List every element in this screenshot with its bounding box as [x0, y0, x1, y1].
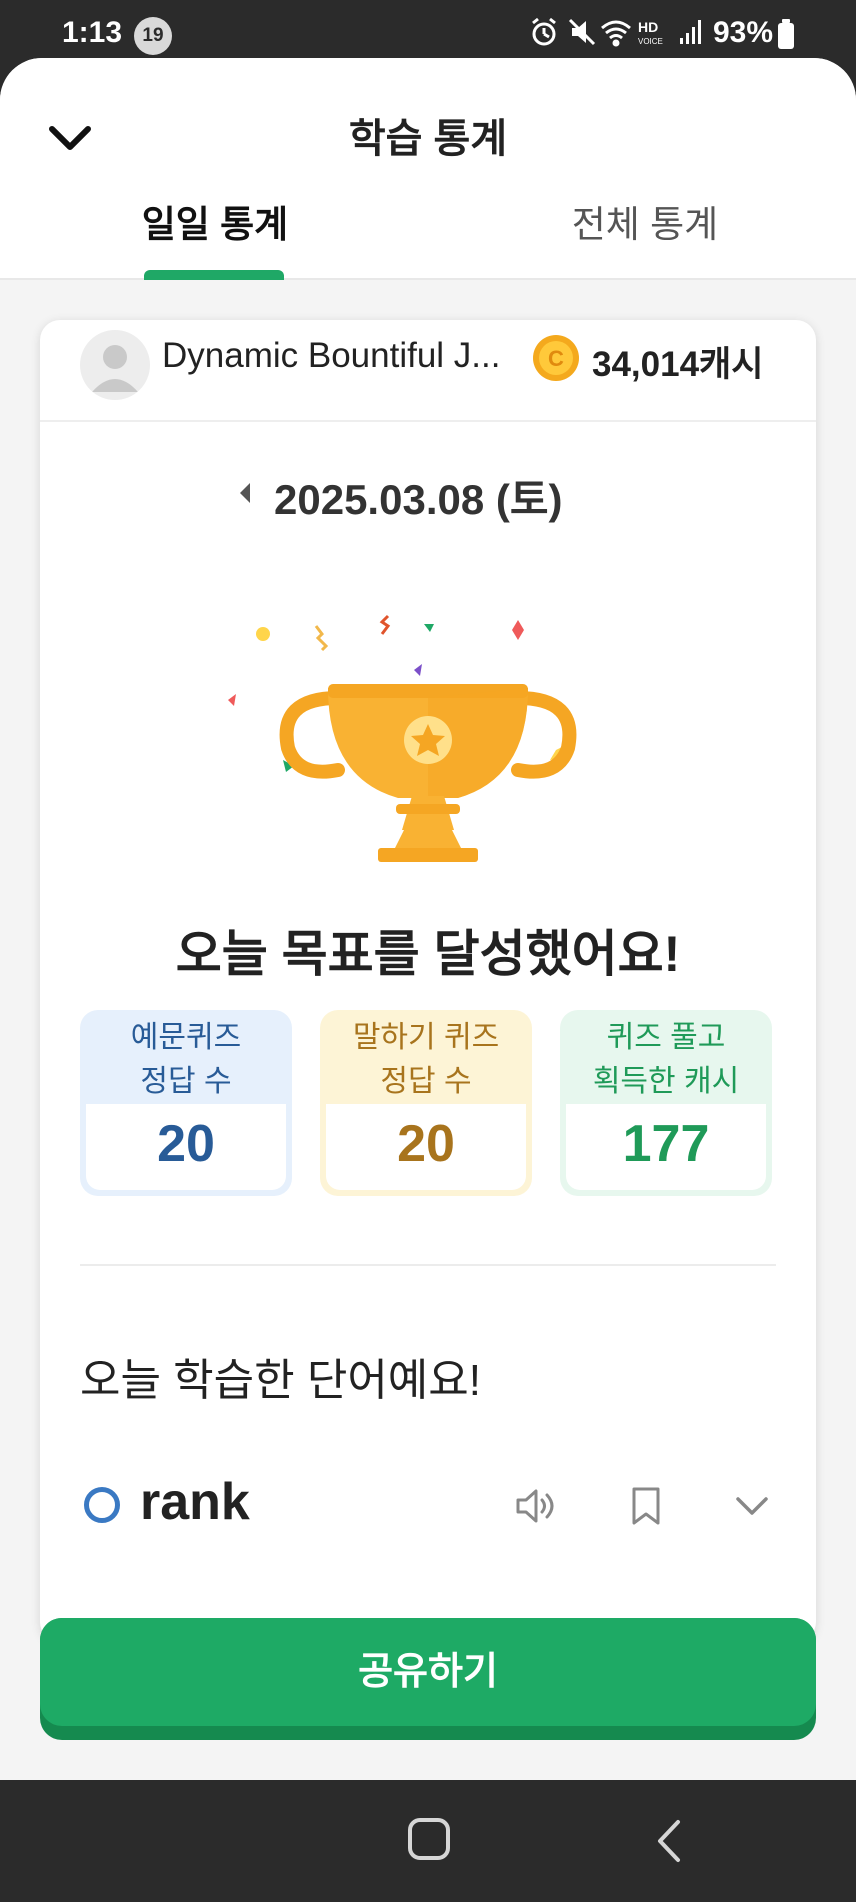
selected-date: 2025.03.08 (토) [274, 476, 563, 523]
trophy-icon [228, 614, 577, 862]
word-status-circle-icon [84, 1487, 120, 1523]
hd-voice-icon: HD [638, 19, 658, 35]
word-list-item[interactable]: rank [40, 1468, 816, 1548]
alarm-icon [532, 17, 556, 46]
profile-row: Dynamic Bountiful J... C 34,014캐시 [40, 320, 816, 422]
avatar [80, 330, 150, 400]
system-nav-bar [0, 1780, 856, 1902]
stat-value: 20 [157, 1115, 215, 1173]
stats-sheet: 학습 통계 일일 통계 전체 통계 Dynamic Bountiful J...… [0, 58, 856, 1780]
stat-example-quiz: 예문퀴즈 정답 수 20 [80, 1010, 292, 1196]
active-tab-indicator [144, 270, 284, 280]
stat-label-line2: 정답 수 [380, 1065, 472, 1098]
stat-label-line2: 정답 수 [140, 1065, 232, 1098]
bookmark-button[interactable] [618, 1478, 674, 1534]
status-bar: 1:13 19 HD VOICE 93% [0, 0, 856, 58]
stat-label: 퀴즈 풀고 획득한 캐시 [560, 1010, 772, 1102]
status-icons: HD VOICE [532, 17, 701, 47]
home-icon[interactable] [408, 1818, 450, 1860]
stat-label-line1: 예문퀴즈 [130, 1021, 242, 1054]
stat-label-line1: 말하기 퀴즈 [352, 1021, 500, 1054]
stat-label: 말하기 퀴즈 정답 수 [320, 1010, 532, 1102]
svg-text:VOICE: VOICE [638, 37, 663, 46]
share-button[interactable]: 공유하기 [40, 1618, 816, 1726]
speaker-icon [516, 1489, 554, 1523]
status-time: 1:13 [62, 16, 123, 49]
expand-word-button[interactable] [724, 1478, 780, 1534]
stat-value: 20 [397, 1115, 455, 1173]
stat-label: 예문퀴즈 정답 수 [80, 1010, 292, 1102]
battery-icon [778, 19, 794, 49]
stat-label-line1: 퀴즈 풀고 [606, 1021, 726, 1054]
word-text: rank [140, 1473, 250, 1531]
tab-total-stats[interactable]: 전체 통계 [530, 194, 760, 248]
coin-icon: C [533, 335, 579, 381]
svg-text:C: C [548, 346, 564, 371]
back-icon[interactable] [650, 1816, 690, 1866]
user-icon [92, 345, 138, 392]
tab-daily-stats[interactable]: 일일 통계 [100, 194, 330, 248]
stat-earned-cash: 퀴즈 풀고 획득한 캐시 177 [560, 1010, 772, 1196]
goal-achieved-message: 오늘 목표를 달성했어요! [175, 926, 681, 982]
page-title: 학습 통계 [348, 117, 508, 161]
notification-count-badge: 19 [134, 17, 172, 55]
stat-value: 177 [622, 1115, 710, 1173]
caret-left-icon[interactable] [236, 478, 256, 508]
stat-speaking-quiz: 말하기 퀴즈 정답 수 20 [320, 1010, 532, 1196]
pronounce-button[interactable] [508, 1478, 564, 1534]
battery-percent: 93% [713, 16, 774, 49]
wifi-icon [601, 20, 631, 47]
signal-icon [680, 20, 701, 44]
daily-stats-card: Dynamic Bountiful J... C 34,014캐시 2025.0… [40, 320, 816, 1642]
bookmark-icon [632, 1487, 660, 1525]
mute-icon [568, 18, 596, 46]
stat-body: 20 [86, 1104, 286, 1190]
divider [80, 1264, 776, 1266]
stat-body: 20 [326, 1104, 526, 1190]
learned-words-title: 오늘 학습한 단어예요! [80, 1356, 481, 1405]
stat-body: 177 [566, 1104, 766, 1190]
user-name: Dynamic Bountiful J... [162, 336, 501, 375]
cash-amount: 34,014캐시 [592, 345, 764, 384]
chevron-down-icon [736, 1497, 768, 1515]
share-button-shadow: 공유하기 [40, 1618, 816, 1740]
stat-label-line2: 획득한 캐시 [592, 1065, 740, 1098]
header: 학습 통계 일일 통계 전체 통계 [0, 58, 856, 280]
